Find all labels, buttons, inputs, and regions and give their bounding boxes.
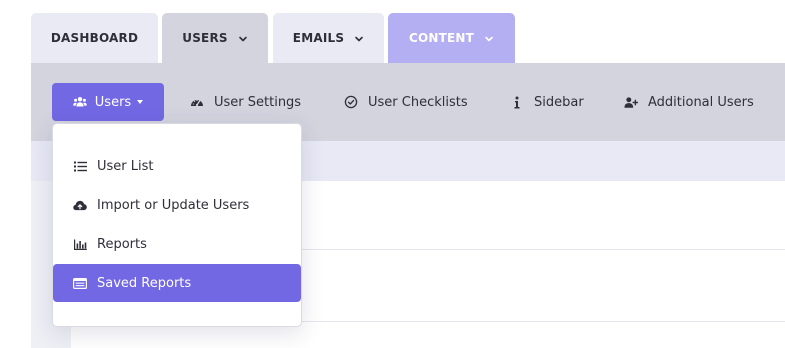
admin-page: DASHBOARD USERS EMAILS CONTENT Users Use… xyxy=(0,0,785,348)
toolbar-user-checklists-label: User Checklists xyxy=(368,94,468,110)
menu-item-reports[interactable]: Reports xyxy=(53,225,301,263)
caret-down-icon xyxy=(137,100,144,104)
chevron-down-icon xyxy=(484,33,494,43)
users-menu-button[interactable]: Users xyxy=(52,83,164,121)
toolbar-user-checklists[interactable]: User Checklists xyxy=(344,88,468,116)
toolbar-user-settings-label: User Settings xyxy=(214,94,302,110)
toolbar-sidebar[interactable]: Sidebar xyxy=(510,88,584,116)
menu-item-import-update-users[interactable]: Import or Update Users xyxy=(53,186,301,224)
menu-item-saved-reports[interactable]: Saved Reports xyxy=(53,264,301,302)
list-icon xyxy=(73,159,87,173)
info-icon xyxy=(510,95,524,109)
tab-users[interactable]: USERS xyxy=(162,13,268,63)
menu-item-label: Reports xyxy=(97,236,147,252)
users-group-icon xyxy=(72,95,87,109)
toolbar-additional-users-label: Additional Users xyxy=(648,94,754,110)
toolbar-sidebar-label: Sidebar xyxy=(534,94,584,110)
tab-dashboard[interactable]: DASHBOARD xyxy=(31,13,158,63)
chevron-down-icon xyxy=(354,33,364,43)
user-plus-icon xyxy=(624,95,638,109)
check-circle-icon xyxy=(344,95,358,109)
menu-item-label: Saved Reports xyxy=(97,275,192,291)
bar-chart-icon xyxy=(73,237,87,251)
chevron-down-icon xyxy=(238,33,248,43)
dashboard-gauge-icon xyxy=(190,95,204,109)
tab-emails-label: EMAILS xyxy=(292,31,345,45)
users-menu-label: Users xyxy=(94,94,132,110)
menu-item-label: Import or Update Users xyxy=(97,197,250,213)
menu-item-label: User List xyxy=(97,158,154,174)
tab-emails[interactable]: EMAILS xyxy=(273,13,384,63)
saved-report-icon xyxy=(73,276,87,290)
tab-content-label: CONTENT xyxy=(408,31,475,45)
tab-content[interactable]: CONTENT xyxy=(388,13,515,63)
cloud-upload-icon xyxy=(73,198,87,212)
tab-dashboard-label: DASHBOARD xyxy=(50,31,139,45)
users-dropdown-menu: User List Import or Update Users Reports… xyxy=(52,123,302,327)
toolbar-additional-users[interactable]: Additional Users xyxy=(624,88,754,116)
menu-item-user-list[interactable]: User List xyxy=(53,147,301,185)
tab-users-label: USERS xyxy=(182,31,228,45)
toolbar-user-settings[interactable]: User Settings xyxy=(190,88,301,116)
